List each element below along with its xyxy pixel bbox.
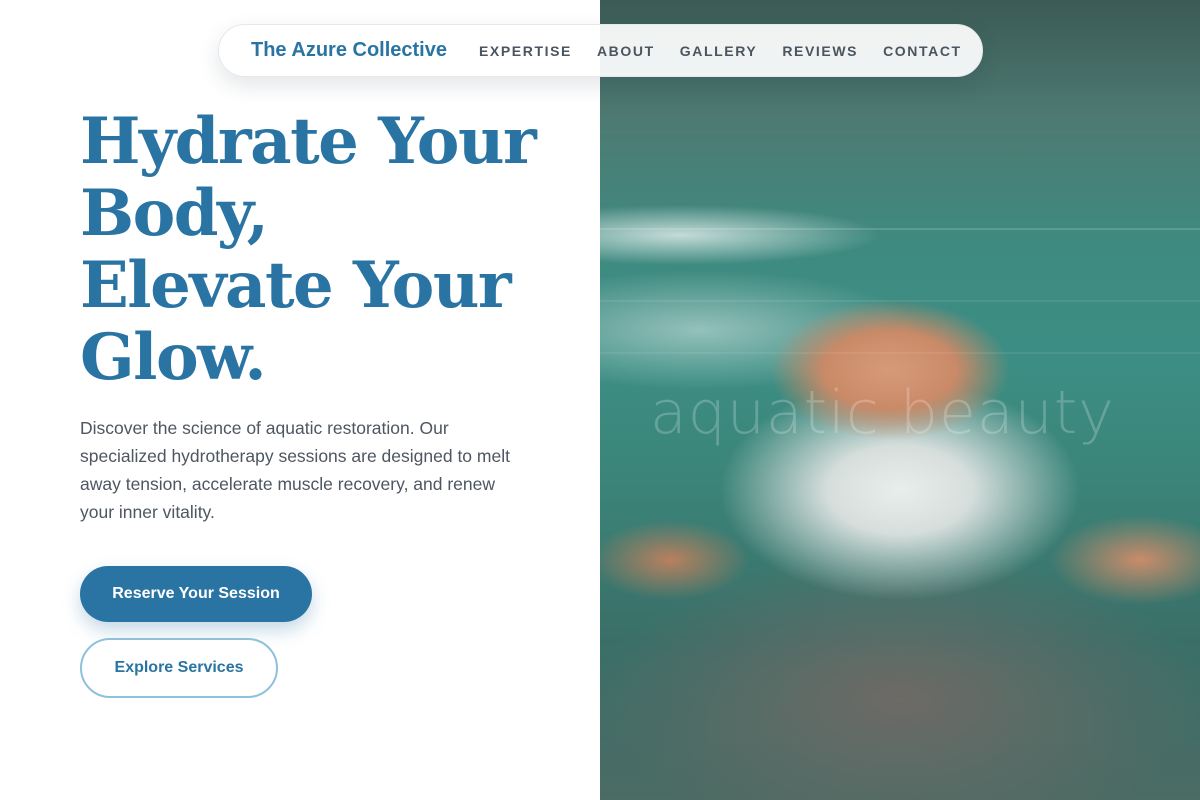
reserve-session-button[interactable]: Reserve Your Session [80, 566, 312, 622]
headline-line-3: Elevate Your [80, 248, 512, 323]
nav-link-reviews[interactable]: REVIEWS [782, 43, 858, 59]
top-navigation: The Azure Collective EXPERTISE ABOUT GAL… [218, 24, 983, 77]
headline-line-2: Body, [80, 176, 269, 251]
hero-image-swimmer: aquatic beauty [600, 0, 1200, 800]
nav-link-contact[interactable]: CONTACT [883, 43, 962, 59]
nav-link-gallery[interactable]: GALLERY [680, 43, 758, 59]
headline-line-1: Hydrate Your [80, 104, 537, 179]
headline-line-4: Glow. [80, 320, 267, 395]
nav-link-expertise[interactable]: EXPERTISE [479, 43, 572, 59]
explore-services-button[interactable]: Explore Services [80, 638, 278, 698]
nav-links: EXPERTISE ABOUT GALLERY REVIEWS CONTACT [479, 43, 962, 59]
brand-logo-link[interactable]: The Azure Collective [251, 39, 447, 62]
hero-description: Discover the science of aquatic restorat… [80, 418, 510, 522]
image-watermark: aquatic beauty [650, 378, 1115, 448]
hero-headline: Hydrate Your Body, Elevate Your Glow. [80, 106, 580, 394]
nav-link-about[interactable]: ABOUT [597, 43, 655, 59]
